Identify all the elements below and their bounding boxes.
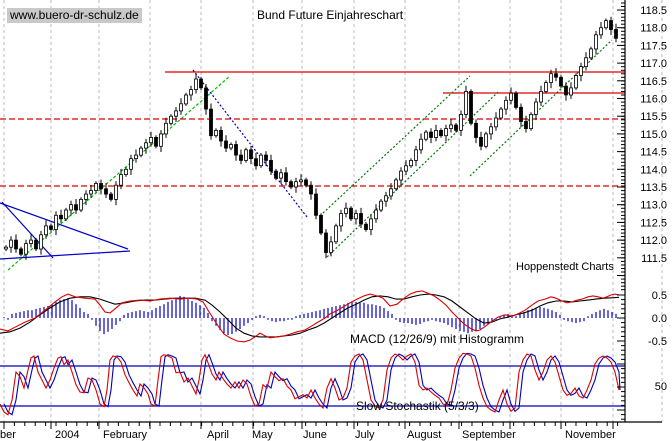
macd-tick-label: -0.5 [648,336,667,348]
price-tick-label: 116.0 [640,94,667,106]
price-tick-label: 112.0 [640,235,667,247]
month-label: February [103,429,148,441]
candlestick-series [5,17,618,260]
macd-signal-line [0,294,619,337]
page-title: Bund Future Einjahreschart [257,8,403,22]
price-tick-label: 115.5 [640,111,667,123]
price-tick-label: 117.5 [640,40,667,52]
price-axis-labels: 118.5 118.0 117.5 117.0 116.5 116.0 115.5 115.0… [640,5,667,265]
stochastic-panel [0,353,625,414]
month-label: May [252,429,273,441]
price-tick-label: 118.5 [640,5,667,17]
branding-label: Hoppenstedt Charts [516,261,614,273]
month-label: November [565,429,616,441]
chart-window: 118.5 118.0 117.5 117.0 116.5 116.0 115.5 115.0… [0,0,672,441]
macd-panel-label: MACD (12/26/9) mit Histogramm [350,332,524,346]
month-label: ber [0,429,16,441]
month-label: August [407,429,441,441]
price-tick-label: 114.0 [640,164,667,176]
macd-axis-labels: 0.5 0.0 -0.5 50 [648,290,667,393]
month-label: 2004 [55,429,79,441]
price-tick-label: 113.5 [640,182,667,194]
month-labels: ber 2004 February April May June July August Sep… [0,429,616,441]
chart-canvas: 118.5 118.0 117.5 117.0 116.5 116.0 115.5 115.0… [0,0,672,441]
price-tick-label: 111.5 [641,253,667,265]
price-tick-label: 117.0 [640,58,667,70]
watermark: www.buero-dr-schulz.de [7,8,142,23]
price-tick-label: 113.0 [640,200,667,212]
month-label: June [303,429,327,441]
stoch-tick-label: 50 [655,381,667,393]
price-tick-label: 112.5 [640,217,667,229]
price-tick-label: 115.0 [640,129,667,141]
month-label: September [462,429,516,441]
price-tick-label: 114.5 [640,147,667,159]
macd-lines [0,291,619,342]
macd-tick-label: 0.5 [652,290,667,302]
axes [0,0,662,429]
month-label: April [207,429,229,441]
price-tick-label: 116.5 [640,76,667,88]
trendlines [0,40,612,270]
stoch-panel-label: Slow Stochastik (5/3/3) [356,399,479,413]
month-gridlines [4,0,662,422]
macd-line [0,291,619,342]
macd-tick-label: 0.0 [652,313,667,325]
month-label: July [355,429,375,441]
price-tick-label: 118.0 [640,23,667,35]
